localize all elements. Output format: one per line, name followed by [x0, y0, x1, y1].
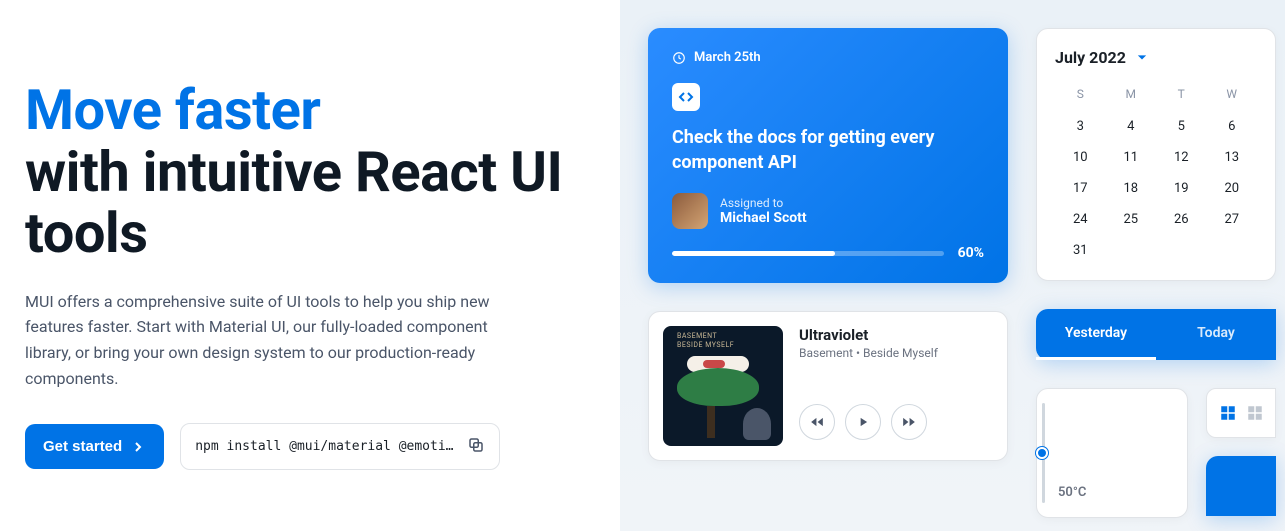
- calendar-day[interactable]: 24: [1055, 204, 1106, 235]
- calendar-day[interactable]: 19: [1156, 173, 1207, 204]
- calendar-dow: S: [1055, 81, 1106, 111]
- calendar-dow: W: [1207, 81, 1258, 111]
- calendar-grid: S M T W 3 4 5 6 10 11 12 13 17 18 19 20 …: [1055, 81, 1257, 266]
- album-art: BASEMENTBESIDE MYSELF: [663, 326, 783, 446]
- install-command-text: npm install @mui/material @emotion...: [195, 439, 455, 454]
- calendar-day[interactable]: 25: [1106, 204, 1157, 235]
- task-title: Check the docs for getting every compone…: [672, 125, 984, 175]
- temperature-value: 50°C: [1058, 485, 1086, 500]
- track-title: Ultraviolet: [799, 326, 993, 344]
- calendar-day[interactable]: 10: [1055, 142, 1106, 173]
- list-view-toggle[interactable]: [1242, 397, 1267, 429]
- chevron-right-icon: [130, 439, 146, 455]
- music-card: BASEMENTBESIDE MYSELF Ultraviolet Baseme…: [648, 311, 1008, 461]
- accent-card[interactable]: [1206, 456, 1276, 516]
- calendar-day[interactable]: 5: [1156, 111, 1207, 142]
- grid-icon: [1219, 404, 1237, 422]
- play-icon: [856, 415, 870, 429]
- get-started-button[interactable]: Get started: [25, 424, 164, 469]
- avatar: [672, 193, 708, 229]
- calendar-day[interactable]: 4: [1106, 111, 1157, 142]
- progress-value: 60%: [958, 245, 984, 261]
- code-chip-icon: [672, 83, 700, 111]
- track-subtitle: Basement • Beside Myself: [799, 346, 993, 360]
- rewind-button[interactable]: [799, 404, 835, 440]
- forward-icon: [902, 415, 916, 429]
- task-card[interactable]: March 25th Check the docs for getting ev…: [648, 28, 1008, 283]
- calendar-day[interactable]: 31: [1055, 235, 1106, 266]
- tabs-card: Yesterday Today: [1036, 309, 1276, 360]
- calendar-month-selector[interactable]: July 2022: [1055, 47, 1257, 67]
- calendar-day[interactable]: [1207, 235, 1258, 266]
- dropdown-icon: [1132, 47, 1152, 67]
- tab-today[interactable]: Today: [1156, 309, 1276, 360]
- copy-button[interactable]: [467, 436, 485, 457]
- calendar-day[interactable]: 3: [1055, 111, 1106, 142]
- calendar-day[interactable]: 6: [1207, 111, 1258, 142]
- calendar-day[interactable]: [1106, 235, 1157, 266]
- progress-bar: [672, 251, 944, 256]
- hero-description: MUI offers a comprehensive suite of UI t…: [25, 289, 525, 391]
- showcase-panel: March 25th Check the docs for getting ev…: [620, 0, 1285, 531]
- calendar-day[interactable]: 17: [1055, 173, 1106, 204]
- calendar-card: July 2022 S M T W 3 4 5 6 10 11 12 13 17…: [1036, 28, 1276, 281]
- clock-icon: [672, 51, 686, 65]
- assignee-name: Michael Scott: [720, 210, 807, 226]
- forward-button[interactable]: [891, 404, 927, 440]
- tab-yesterday[interactable]: Yesterday: [1036, 309, 1156, 360]
- thermometer-knob[interactable]: [1036, 447, 1048, 459]
- calendar-day[interactable]: 12: [1156, 142, 1207, 173]
- calendar-day[interactable]: 11: [1106, 142, 1157, 173]
- assigned-label: Assigned to: [720, 196, 807, 210]
- calendar-day[interactable]: 18: [1106, 173, 1157, 204]
- calendar-dow: T: [1156, 81, 1207, 111]
- calendar-day[interactable]: 26: [1156, 204, 1207, 235]
- grid-view-toggle[interactable]: [1215, 397, 1240, 429]
- copy-icon: [467, 436, 485, 454]
- task-date: March 25th: [672, 50, 984, 65]
- play-button[interactable]: [845, 404, 881, 440]
- hero-title-highlight: Move faster: [25, 77, 320, 143]
- install-command-box: npm install @mui/material @emotion...: [180, 423, 500, 470]
- list-icon: [1246, 404, 1264, 422]
- view-toggle-card: [1206, 388, 1276, 438]
- temperature-card: 50°C: [1036, 388, 1188, 518]
- assignee-row: Assigned to Michael Scott: [672, 193, 984, 229]
- get-started-label: Get started: [43, 438, 122, 455]
- calendar-dow: M: [1106, 81, 1157, 111]
- hero-title: Move faster with intuitive React UI tool…: [25, 80, 580, 265]
- calendar-day[interactable]: 13: [1207, 142, 1258, 173]
- calendar-day[interactable]: [1156, 235, 1207, 266]
- calendar-day[interactable]: 27: [1207, 204, 1258, 235]
- hero-title-rest: with intuitive React UI tools: [25, 139, 562, 267]
- rewind-icon: [810, 415, 824, 429]
- calendar-day[interactable]: 20: [1207, 173, 1258, 204]
